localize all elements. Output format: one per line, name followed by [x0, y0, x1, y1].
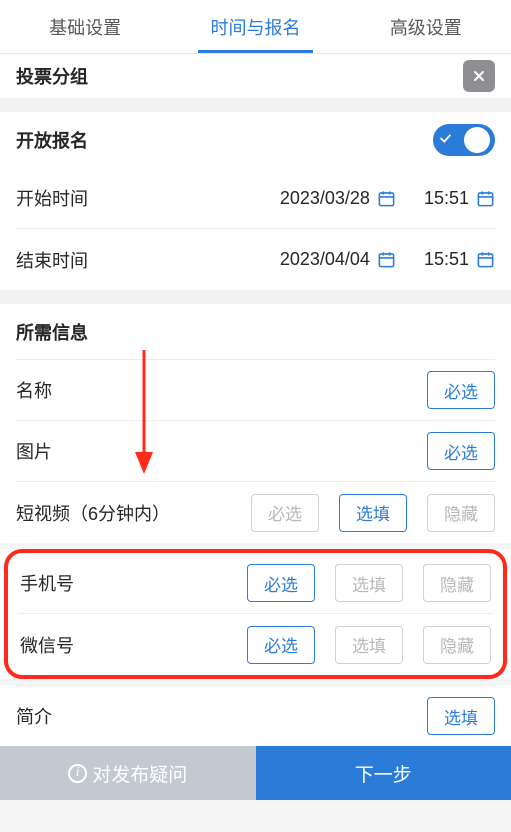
open-enroll-label: 开放报名	[16, 127, 106, 153]
wechat-required[interactable]: 必选	[247, 626, 315, 664]
field-wechat-label: 微信号	[20, 632, 110, 658]
switch-knob	[464, 127, 490, 153]
close-icon[interactable]	[463, 60, 495, 92]
phone-optional[interactable]: 选填	[335, 564, 403, 602]
tab-advanced[interactable]: 高级设置	[341, 0, 511, 53]
voting-group-label: 投票分组	[16, 63, 106, 89]
field-short-video-label: 短视频（6分钟内）	[16, 500, 206, 526]
bottom-bar: i 对发布疑问 下一步	[0, 746, 511, 800]
highlight-box: 手机号 必选 选填 隐藏 微信号 必选 选填 隐藏	[4, 549, 507, 679]
end-time-label: 结束时间	[16, 247, 106, 273]
start-date-value: 2023/03/28	[280, 188, 370, 209]
tab-time-enroll[interactable]: 时间与报名	[170, 0, 340, 53]
end-date-picker[interactable]: 2023/04/04	[280, 249, 396, 270]
end-time-picker[interactable]: 15:51	[424, 249, 495, 270]
calendar-icon	[377, 189, 396, 208]
field-name-label: 名称	[16, 377, 106, 403]
next-step-button[interactable]: 下一步	[256, 746, 511, 800]
field-intro-optional[interactable]: 选填	[427, 697, 495, 735]
short-video-optional[interactable]: 选填	[339, 494, 407, 532]
phone-hidden[interactable]: 隐藏	[423, 564, 491, 602]
start-date-picker[interactable]: 2023/03/28	[280, 188, 396, 209]
field-intro-label: 简介	[16, 703, 106, 729]
tabs: 基础设置 时间与报名 高级设置	[0, 0, 511, 54]
publish-question-button[interactable]: i 对发布疑问	[0, 746, 256, 800]
wechat-hidden[interactable]: 隐藏	[423, 626, 491, 664]
field-phone-label: 手机号	[20, 570, 110, 596]
field-image-label: 图片	[16, 438, 106, 464]
required-info-heading: 所需信息	[16, 319, 106, 345]
short-video-hidden[interactable]: 隐藏	[427, 494, 495, 532]
next-step-label: 下一步	[355, 760, 412, 787]
end-time-value: 15:51	[424, 249, 469, 270]
start-time-value: 15:51	[424, 188, 469, 209]
wechat-optional[interactable]: 选填	[335, 626, 403, 664]
phone-required[interactable]: 必选	[247, 564, 315, 602]
tab-basic[interactable]: 基础设置	[0, 0, 170, 53]
calendar-icon	[476, 189, 495, 208]
info-icon: i	[68, 764, 87, 783]
start-time-picker[interactable]: 15:51	[424, 188, 495, 209]
field-name-required[interactable]: 必选	[427, 371, 495, 409]
check-icon	[438, 131, 453, 150]
field-image-required[interactable]: 必选	[427, 432, 495, 470]
calendar-icon	[377, 250, 396, 269]
short-video-required[interactable]: 必选	[251, 494, 319, 532]
publish-question-label: 对发布疑问	[92, 760, 187, 787]
calendar-icon	[476, 250, 495, 269]
open-enroll-switch[interactable]	[433, 124, 495, 156]
start-time-label: 开始时间	[16, 185, 106, 211]
end-date-value: 2023/04/04	[280, 249, 370, 270]
